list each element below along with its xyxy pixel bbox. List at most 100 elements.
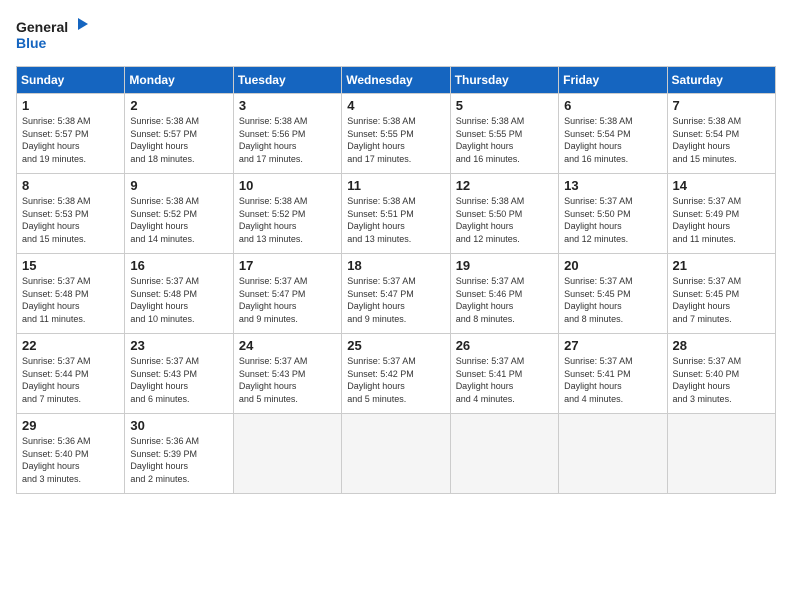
day-info: Sunrise: 5:38 AM Sunset: 5:50 PM Dayligh… bbox=[456, 195, 553, 245]
day-number: 13 bbox=[564, 178, 661, 193]
day-number: 20 bbox=[564, 258, 661, 273]
day-number: 18 bbox=[347, 258, 444, 273]
calendar-cell: 21 Sunrise: 5:37 AM Sunset: 5:45 PM Dayl… bbox=[667, 254, 775, 334]
day-info: Sunrise: 5:38 AM Sunset: 5:55 PM Dayligh… bbox=[456, 115, 553, 165]
day-info: Sunrise: 5:38 AM Sunset: 5:57 PM Dayligh… bbox=[130, 115, 227, 165]
day-number: 30 bbox=[130, 418, 227, 433]
day-info: Sunrise: 5:37 AM Sunset: 5:49 PM Dayligh… bbox=[673, 195, 770, 245]
calendar-cell bbox=[342, 414, 450, 494]
day-number: 7 bbox=[673, 98, 770, 113]
day-number: 5 bbox=[456, 98, 553, 113]
day-number: 1 bbox=[22, 98, 119, 113]
calendar-header: SundayMondayTuesdayWednesdayThursdayFrid… bbox=[17, 67, 776, 94]
weekday-header: Sunday bbox=[17, 67, 125, 94]
calendar-cell: 18 Sunrise: 5:37 AM Sunset: 5:47 PM Dayl… bbox=[342, 254, 450, 334]
day-info: Sunrise: 5:37 AM Sunset: 5:48 PM Dayligh… bbox=[130, 275, 227, 325]
calendar-row: 1 Sunrise: 5:38 AM Sunset: 5:57 PM Dayli… bbox=[17, 94, 776, 174]
calendar-row: 15 Sunrise: 5:37 AM Sunset: 5:48 PM Dayl… bbox=[17, 254, 776, 334]
calendar-cell bbox=[667, 414, 775, 494]
day-number: 25 bbox=[347, 338, 444, 353]
calendar-cell: 23 Sunrise: 5:37 AM Sunset: 5:43 PM Dayl… bbox=[125, 334, 233, 414]
day-info: Sunrise: 5:38 AM Sunset: 5:54 PM Dayligh… bbox=[673, 115, 770, 165]
calendar-cell: 17 Sunrise: 5:37 AM Sunset: 5:47 PM Dayl… bbox=[233, 254, 341, 334]
calendar-cell: 19 Sunrise: 5:37 AM Sunset: 5:46 PM Dayl… bbox=[450, 254, 558, 334]
day-number: 24 bbox=[239, 338, 336, 353]
day-number: 23 bbox=[130, 338, 227, 353]
calendar-cell: 26 Sunrise: 5:37 AM Sunset: 5:41 PM Dayl… bbox=[450, 334, 558, 414]
day-info: Sunrise: 5:38 AM Sunset: 5:55 PM Dayligh… bbox=[347, 115, 444, 165]
day-number: 2 bbox=[130, 98, 227, 113]
header: General Blue bbox=[16, 16, 776, 56]
day-info: Sunrise: 5:38 AM Sunset: 5:53 PM Dayligh… bbox=[22, 195, 119, 245]
calendar-row: 22 Sunrise: 5:37 AM Sunset: 5:44 PM Dayl… bbox=[17, 334, 776, 414]
day-info: Sunrise: 5:38 AM Sunset: 5:51 PM Dayligh… bbox=[347, 195, 444, 245]
calendar-row: 8 Sunrise: 5:38 AM Sunset: 5:53 PM Dayli… bbox=[17, 174, 776, 254]
day-number: 16 bbox=[130, 258, 227, 273]
calendar-cell: 25 Sunrise: 5:37 AM Sunset: 5:42 PM Dayl… bbox=[342, 334, 450, 414]
day-info: Sunrise: 5:37 AM Sunset: 5:44 PM Dayligh… bbox=[22, 355, 119, 405]
day-info: Sunrise: 5:37 AM Sunset: 5:43 PM Dayligh… bbox=[239, 355, 336, 405]
day-number: 17 bbox=[239, 258, 336, 273]
calendar-cell: 12 Sunrise: 5:38 AM Sunset: 5:50 PM Dayl… bbox=[450, 174, 558, 254]
day-info: Sunrise: 5:38 AM Sunset: 5:52 PM Dayligh… bbox=[130, 195, 227, 245]
day-info: Sunrise: 5:37 AM Sunset: 5:41 PM Dayligh… bbox=[456, 355, 553, 405]
day-info: Sunrise: 5:37 AM Sunset: 5:47 PM Dayligh… bbox=[239, 275, 336, 325]
day-number: 26 bbox=[456, 338, 553, 353]
weekday-header: Friday bbox=[559, 67, 667, 94]
day-info: Sunrise: 5:37 AM Sunset: 5:48 PM Dayligh… bbox=[22, 275, 119, 325]
calendar-cell: 9 Sunrise: 5:38 AM Sunset: 5:52 PM Dayli… bbox=[125, 174, 233, 254]
weekday-header: Saturday bbox=[667, 67, 775, 94]
calendar-table: SundayMondayTuesdayWednesdayThursdayFrid… bbox=[16, 66, 776, 494]
weekday-header: Tuesday bbox=[233, 67, 341, 94]
calendar-row: 29 Sunrise: 5:36 AM Sunset: 5:40 PM Dayl… bbox=[17, 414, 776, 494]
calendar-cell bbox=[450, 414, 558, 494]
day-info: Sunrise: 5:37 AM Sunset: 5:45 PM Dayligh… bbox=[673, 275, 770, 325]
logo-graphic: General Blue bbox=[16, 16, 96, 56]
day-number: 14 bbox=[673, 178, 770, 193]
day-info: Sunrise: 5:37 AM Sunset: 5:40 PM Dayligh… bbox=[673, 355, 770, 405]
calendar-cell: 28 Sunrise: 5:37 AM Sunset: 5:40 PM Dayl… bbox=[667, 334, 775, 414]
calendar-cell: 8 Sunrise: 5:38 AM Sunset: 5:53 PM Dayli… bbox=[17, 174, 125, 254]
svg-text:General: General bbox=[16, 19, 68, 35]
weekday-header: Wednesday bbox=[342, 67, 450, 94]
calendar-cell: 16 Sunrise: 5:37 AM Sunset: 5:48 PM Dayl… bbox=[125, 254, 233, 334]
day-number: 15 bbox=[22, 258, 119, 273]
weekday-header: Thursday bbox=[450, 67, 558, 94]
calendar-cell: 3 Sunrise: 5:38 AM Sunset: 5:56 PM Dayli… bbox=[233, 94, 341, 174]
svg-text:Blue: Blue bbox=[16, 35, 47, 51]
day-info: Sunrise: 5:36 AM Sunset: 5:39 PM Dayligh… bbox=[130, 435, 227, 485]
day-info: Sunrise: 5:38 AM Sunset: 5:56 PM Dayligh… bbox=[239, 115, 336, 165]
day-info: Sunrise: 5:37 AM Sunset: 5:42 PM Dayligh… bbox=[347, 355, 444, 405]
day-number: 19 bbox=[456, 258, 553, 273]
calendar-cell: 13 Sunrise: 5:37 AM Sunset: 5:50 PM Dayl… bbox=[559, 174, 667, 254]
calendar-cell: 6 Sunrise: 5:38 AM Sunset: 5:54 PM Dayli… bbox=[559, 94, 667, 174]
day-number: 9 bbox=[130, 178, 227, 193]
day-info: Sunrise: 5:38 AM Sunset: 5:57 PM Dayligh… bbox=[22, 115, 119, 165]
calendar-cell: 2 Sunrise: 5:38 AM Sunset: 5:57 PM Dayli… bbox=[125, 94, 233, 174]
day-info: Sunrise: 5:38 AM Sunset: 5:54 PM Dayligh… bbox=[564, 115, 661, 165]
day-number: 27 bbox=[564, 338, 661, 353]
calendar-cell: 10 Sunrise: 5:38 AM Sunset: 5:52 PM Dayl… bbox=[233, 174, 341, 254]
day-number: 3 bbox=[239, 98, 336, 113]
calendar-cell: 30 Sunrise: 5:36 AM Sunset: 5:39 PM Dayl… bbox=[125, 414, 233, 494]
day-info: Sunrise: 5:37 AM Sunset: 5:41 PM Dayligh… bbox=[564, 355, 661, 405]
calendar-cell: 4 Sunrise: 5:38 AM Sunset: 5:55 PM Dayli… bbox=[342, 94, 450, 174]
day-info: Sunrise: 5:37 AM Sunset: 5:46 PM Dayligh… bbox=[456, 275, 553, 325]
calendar-cell: 5 Sunrise: 5:38 AM Sunset: 5:55 PM Dayli… bbox=[450, 94, 558, 174]
calendar-cell: 20 Sunrise: 5:37 AM Sunset: 5:45 PM Dayl… bbox=[559, 254, 667, 334]
calendar-cell: 14 Sunrise: 5:37 AM Sunset: 5:49 PM Dayl… bbox=[667, 174, 775, 254]
day-info: Sunrise: 5:36 AM Sunset: 5:40 PM Dayligh… bbox=[22, 435, 119, 485]
day-number: 29 bbox=[22, 418, 119, 433]
calendar-body: 1 Sunrise: 5:38 AM Sunset: 5:57 PM Dayli… bbox=[17, 94, 776, 494]
day-number: 4 bbox=[347, 98, 444, 113]
calendar-cell: 1 Sunrise: 5:38 AM Sunset: 5:57 PM Dayli… bbox=[17, 94, 125, 174]
day-info: Sunrise: 5:38 AM Sunset: 5:52 PM Dayligh… bbox=[239, 195, 336, 245]
logo: General Blue bbox=[16, 16, 96, 56]
calendar-cell: 24 Sunrise: 5:37 AM Sunset: 5:43 PM Dayl… bbox=[233, 334, 341, 414]
day-number: 22 bbox=[22, 338, 119, 353]
calendar-cell: 29 Sunrise: 5:36 AM Sunset: 5:40 PM Dayl… bbox=[17, 414, 125, 494]
day-number: 10 bbox=[239, 178, 336, 193]
day-number: 28 bbox=[673, 338, 770, 353]
calendar-cell bbox=[559, 414, 667, 494]
calendar-cell: 15 Sunrise: 5:37 AM Sunset: 5:48 PM Dayl… bbox=[17, 254, 125, 334]
